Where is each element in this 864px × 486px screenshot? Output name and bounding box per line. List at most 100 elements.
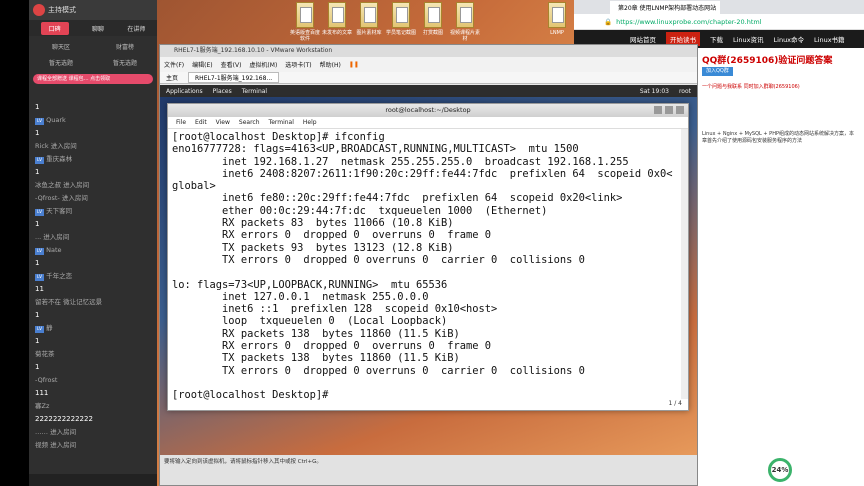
term-menu-terminal[interactable]: Terminal: [269, 119, 294, 126]
tab-1[interactable]: 聊聊: [92, 24, 104, 33]
places-menu[interactable]: Places: [213, 88, 232, 95]
desktop-file-icon[interactable]: LNMP: [540, 2, 574, 50]
menu-file[interactable]: 文件(F): [164, 60, 184, 69]
close-icon[interactable]: [676, 106, 684, 114]
avatar[interactable]: [33, 4, 45, 16]
term-menu-edit[interactable]: Edit: [195, 119, 207, 126]
file-label: 图片素材库: [356, 30, 382, 36]
terminal-menu[interactable]: Terminal: [242, 88, 267, 95]
subtab-chat[interactable]: 聊天区: [52, 42, 70, 51]
nav-news[interactable]: Linux资讯: [733, 34, 764, 44]
intro-text: Linux + Nginx + MySQL + PHP组成的动态网站系统解决方案…: [702, 131, 854, 144]
tab-0[interactable]: 口碑: [40, 21, 69, 35]
vmware-menubar: 文件(F) 编辑(E) 查看(V) 虚拟机(M) 选项卡(T) 帮助(H) ❚❚: [160, 57, 697, 72]
terminal-window[interactable]: root@localhost:~/Desktop File Edit View …: [167, 103, 689, 411]
clock[interactable]: Sat 19:03: [640, 88, 669, 95]
desktop-file-icon[interactable]: 打赏截图: [416, 2, 450, 50]
chat-username: [35, 88, 151, 101]
term-menu-view[interactable]: View: [216, 119, 230, 126]
chat-message: 2222222222222: [35, 415, 93, 423]
chat-username: ... 进入房间: [35, 233, 70, 241]
file-icon: [360, 2, 378, 28]
nav-download[interactable]: 下载: [710, 34, 723, 44]
terminal-titlebar: root@localhost:~/Desktop: [168, 104, 688, 117]
browser-tab-bar: 第20章 使用LNMP架构部署动态网站: [574, 0, 864, 14]
chat-topbar: 主持模式: [29, 0, 157, 20]
file-icon: [548, 2, 566, 28]
desktop-file-icon[interactable]: 英语版查百度软件: [288, 2, 322, 50]
browser-tab[interactable]: 第20章 使用LNMP架构部署动态网站: [610, 0, 720, 14]
applications-menu[interactable]: Applications: [166, 88, 203, 95]
chat-username: LV Nate: [35, 246, 62, 255]
nav-home[interactable]: 网站首页: [630, 34, 656, 44]
chat-message: 1: [35, 220, 40, 228]
terminal-scrollbar[interactable]: [681, 129, 688, 399]
file-icon: [328, 2, 346, 28]
desktop-file-icon[interactable]: 未发布的文章: [320, 2, 354, 50]
file-label: 打赏截图: [422, 30, 443, 36]
promo-banner[interactable]: 课程全部赠送 课程包… 点击领取: [33, 74, 153, 84]
terminal-title: root@localhost:~/Desktop: [385, 106, 471, 114]
chat-username: LV 重庆森林: [35, 155, 73, 164]
terminal-output[interactable]: [root@localhost Desktop]# ifconfig eno16…: [168, 129, 688, 401]
tab-2[interactable]: 在讲师: [127, 24, 145, 33]
menu-edit[interactable]: 编辑(E): [192, 60, 212, 69]
chat-tabs: 口碑 聊聊 在讲师: [29, 20, 157, 36]
user-menu[interactable]: root: [679, 88, 691, 95]
nav-books[interactable]: Linux书籍: [814, 34, 845, 44]
tab-vm[interactable]: RHEL7-1服务端_192.168...: [188, 72, 280, 83]
chat-title: 主持模式: [48, 6, 76, 14]
chat-username: 视频 进入房间: [35, 441, 77, 449]
maximize-icon[interactable]: [665, 106, 673, 114]
level-badge: LV: [35, 274, 45, 281]
cpu-gauge[interactable]: 24%: [768, 458, 792, 482]
chat-message: 1: [35, 363, 40, 371]
file-label: 学员笔记截图: [385, 30, 416, 36]
vmware-title: RHEL7-1服务端_192.168.10.10 - VMware Workst…: [160, 45, 697, 57]
chat-username: LV 静: [35, 324, 53, 333]
file-icon: [424, 2, 442, 28]
desktop-file-icon[interactable]: 图片素材库: [352, 2, 386, 50]
menu-help[interactable]: 帮助(H): [320, 60, 341, 69]
file-icon: [296, 2, 314, 28]
menu-view[interactable]: 查看(V): [221, 60, 242, 69]
chat-username: -Qfrost: [35, 376, 58, 384]
nav-commands[interactable]: Linux命令: [774, 34, 805, 44]
chat-input-bar[interactable]: [29, 474, 157, 486]
minimize-icon[interactable]: [654, 106, 662, 114]
tagline: 一个问题与我联系 同时加入群聊(2659106): [702, 84, 800, 90]
join-qq-button[interactable]: 加入QQ群: [702, 67, 733, 76]
chat-username: -Qfrost- 进入房间: [35, 194, 88, 202]
level-badge: LV: [35, 209, 45, 216]
desktop-file-icon[interactable]: 学员笔记截图: [384, 2, 418, 50]
menu-tabs[interactable]: 选项卡(T): [285, 60, 311, 69]
vmware-statusbar: 要将输入定向到该虚拟机，请将鼠标指针移入其中或按 Ctrl+G。: [160, 455, 697, 485]
gnome-top-bar: Applications Places Terminal Sat 19:03 r…: [160, 85, 697, 97]
chat-message: 1: [35, 259, 40, 267]
address-bar[interactable]: 🔒 https://www.linuxprobe.com/chapter-20.…: [574, 14, 864, 30]
menu-vm[interactable]: 虚拟机(M): [249, 60, 277, 69]
chat-username: Rick 进入房间: [35, 142, 77, 150]
term-menu-help[interactable]: Help: [303, 119, 317, 126]
pause-icon[interactable]: ❚❚: [349, 61, 359, 68]
chat-subtabs-empty: 暂无选题 暂无选题: [29, 56, 157, 68]
chat-message: 1: [35, 337, 40, 345]
chat-username: LV 天下客同: [35, 207, 73, 216]
file-label: 未发布的文章: [321, 30, 352, 36]
desktop-file-icon[interactable]: 视频课程片素材: [448, 2, 482, 50]
subtab-wealth[interactable]: 财富榜: [116, 42, 134, 51]
term-menu-file[interactable]: File: [176, 119, 186, 126]
status-hint: 要将输入定向到该虚拟机，请将鼠标指针移入其中或按 Ctrl+G。: [164, 459, 322, 465]
tab-home[interactable]: 主页: [166, 73, 178, 82]
level-badge: LV: [35, 326, 45, 333]
left-edge: [0, 0, 29, 486]
live-chat-panel: 主持模式 口碑 聊聊 在讲师 聊天区 财富榜 暂无选题 暂无选题 课程全部赠送 …: [29, 0, 157, 486]
chat-username: 菊花茶: [35, 350, 55, 358]
file-icon: [456, 2, 474, 28]
level-badge: LV: [35, 118, 45, 125]
level-badge: LV: [35, 248, 45, 255]
term-menu-search[interactable]: Search: [239, 119, 260, 126]
chat-username: 寡Zz: [35, 402, 50, 410]
chat-message: 11: [35, 285, 44, 293]
chat-username: 留若不在 微让记忆远景: [35, 298, 103, 306]
